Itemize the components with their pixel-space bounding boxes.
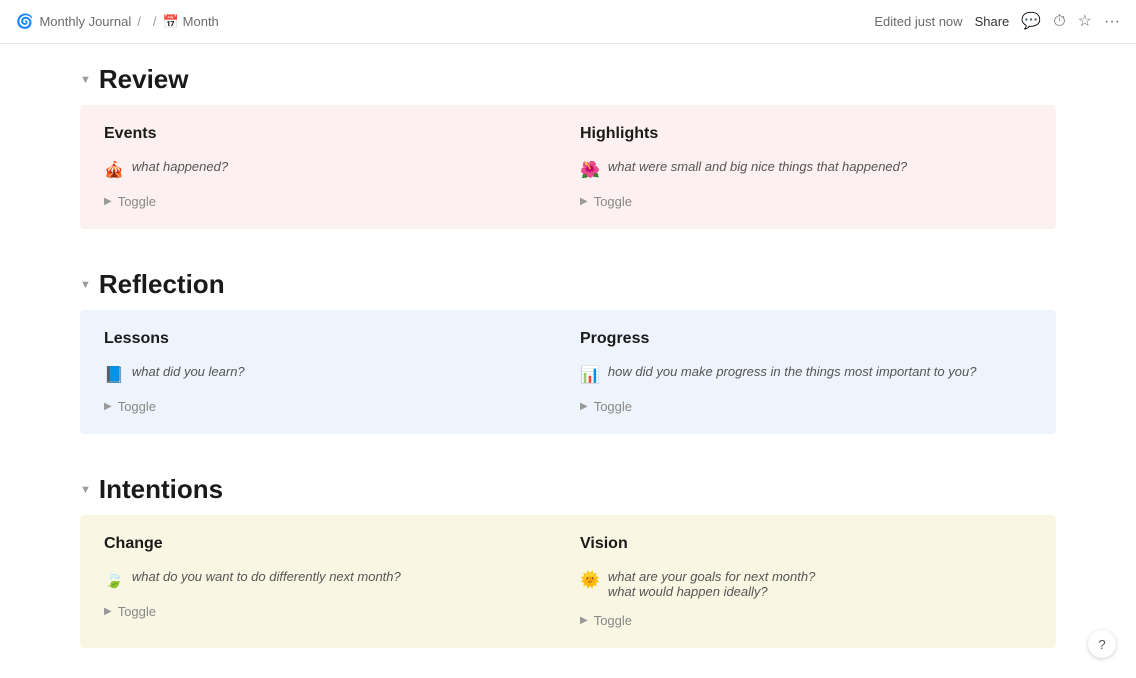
timer-icon[interactable]: ⏱ <box>1053 14 1065 30</box>
vision-toggle-icon: ▶ <box>580 615 588 626</box>
progress-item: 📊 how did you make progress in the thing… <box>580 364 1032 385</box>
breadcrumb-month[interactable]: 📅 Month <box>162 14 218 30</box>
vision-emoji: 🌞 <box>580 570 600 590</box>
progress-col: Progress 📊 how did you make progress in … <box>580 330 1032 414</box>
events-title: Events <box>104 125 556 143</box>
lessons-toggle-icon: ▶ <box>104 401 112 412</box>
highlights-text: what were small and big nice things that… <box>608 159 907 174</box>
review-toggle-arrow[interactable]: ▼ <box>80 74 91 86</box>
intentions-title: Intentions <box>99 474 223 505</box>
breadcrumb-monthly-journal[interactable]: Monthly Journal <box>39 14 131 29</box>
events-col: Events 🎪 what happened? ▶ Toggle <box>104 125 556 209</box>
vision-item: 🌞 what are your goals for next month? wh… <box>580 569 1032 599</box>
star-icon[interactable]: ☆ <box>1078 14 1092 30</box>
vision-title: Vision <box>580 535 1032 553</box>
topbar: 🌀 Monthly Journal / / 📅 Month Edited jus… <box>0 0 1136 44</box>
vision-toggle-label: Toggle <box>594 613 632 628</box>
highlights-item: 🌺 what were small and big nice things th… <box>580 159 1032 180</box>
highlights-toggle[interactable]: ▶ Toggle <box>580 194 1032 209</box>
review-grid: Events 🎪 what happened? ▶ Toggle Highlig… <box>104 125 1032 209</box>
lessons-emoji: 📘 <box>104 365 124 385</box>
highlights-toggle-label: Toggle <box>594 194 632 209</box>
change-toggle-icon: ▶ <box>104 606 112 617</box>
highlights-toggle-icon: ▶ <box>580 196 588 207</box>
lessons-text: what did you learn? <box>132 364 245 379</box>
progress-toggle-icon: ▶ <box>580 401 588 412</box>
highlights-emoji: 🌺 <box>580 160 600 180</box>
progress-text: how did you make progress in the things … <box>608 364 977 379</box>
change-title: Change <box>104 535 556 553</box>
reflection-header: ▼ Reflection <box>80 249 1056 310</box>
review-section: ▼ Review Events 🎪 what happened? ▶ Toggl… <box>80 44 1056 229</box>
events-toggle-label: Toggle <box>118 194 156 209</box>
breadcrumb: 🌀 Monthly Journal / / 📅 Month <box>16 13 219 30</box>
more-icon[interactable]: ··· <box>1104 14 1120 30</box>
calendar-icon: 📅 <box>162 14 178 30</box>
events-text: what happened? <box>132 159 228 174</box>
events-item: 🎪 what happened? <box>104 159 556 180</box>
lessons-toggle[interactable]: ▶ Toggle <box>104 399 556 414</box>
vision-text: what are your goals for next month? what… <box>608 569 815 599</box>
progress-toggle[interactable]: ▶ Toggle <box>580 399 1032 414</box>
journal-icon: 🌀 <box>16 13 33 30</box>
highlights-col: Highlights 🌺 what were small and big nic… <box>580 125 1032 209</box>
main-content: ▼ Review Events 🎪 what happened? ▶ Toggl… <box>0 44 1136 678</box>
reflection-body: Lessons 📘 what did you learn? ▶ Toggle P… <box>80 310 1056 434</box>
share-button[interactable]: Share <box>975 14 1010 29</box>
review-header: ▼ Review <box>80 44 1056 105</box>
intentions-toggle-arrow[interactable]: ▼ <box>80 484 91 496</box>
change-toggle[interactable]: ▶ Toggle <box>104 604 556 619</box>
review-title: Review <box>99 64 189 95</box>
vision-toggle[interactable]: ▶ Toggle <box>580 613 1032 628</box>
change-text: what do you want to do differently next … <box>132 569 401 584</box>
reflection-title: Reflection <box>99 269 225 300</box>
edited-status: Edited just now <box>874 14 962 29</box>
reflection-section: ▼ Reflection Lessons 📘 what did you lear… <box>80 249 1056 434</box>
events-toggle-icon: ▶ <box>104 196 112 207</box>
events-toggle[interactable]: ▶ Toggle <box>104 194 556 209</box>
intentions-body: Change 🍃 what do you want to do differen… <box>80 515 1056 648</box>
intentions-grid: Change 🍃 what do you want to do differen… <box>104 535 1032 628</box>
change-toggle-label: Toggle <box>118 604 156 619</box>
progress-title: Progress <box>580 330 1032 348</box>
highlights-title: Highlights <box>580 125 1032 143</box>
lessons-toggle-label: Toggle <box>118 399 156 414</box>
vision-col: Vision 🌞 what are your goals for next mo… <box>580 535 1032 628</box>
intentions-header: ▼ Intentions <box>80 454 1056 515</box>
review-body: Events 🎪 what happened? ▶ Toggle Highlig… <box>80 105 1056 229</box>
lessons-title: Lessons <box>104 330 556 348</box>
events-emoji: 🎪 <box>104 160 124 180</box>
progress-emoji: 📊 <box>580 365 600 385</box>
reflection-toggle-arrow[interactable]: ▼ <box>80 279 91 291</box>
intentions-section: ▼ Intentions Change 🍃 what do you want t… <box>80 454 1056 648</box>
topbar-actions: Edited just now Share 💬 ⏱ ☆ ··· <box>874 14 1120 30</box>
help-button[interactable]: ? <box>1088 630 1116 658</box>
breadcrumb-sep-1: / <box>137 14 141 29</box>
breadcrumb-sep-2: / <box>153 14 157 29</box>
comment-icon[interactable]: 💬 <box>1021 14 1041 30</box>
change-col: Change 🍃 what do you want to do differen… <box>104 535 556 628</box>
lessons-col: Lessons 📘 what did you learn? ▶ Toggle <box>104 330 556 414</box>
reflection-grid: Lessons 📘 what did you learn? ▶ Toggle P… <box>104 330 1032 414</box>
progress-toggle-label: Toggle <box>594 399 632 414</box>
change-item: 🍃 what do you want to do differently nex… <box>104 569 556 590</box>
lessons-item: 📘 what did you learn? <box>104 364 556 385</box>
change-emoji: 🍃 <box>104 570 124 590</box>
